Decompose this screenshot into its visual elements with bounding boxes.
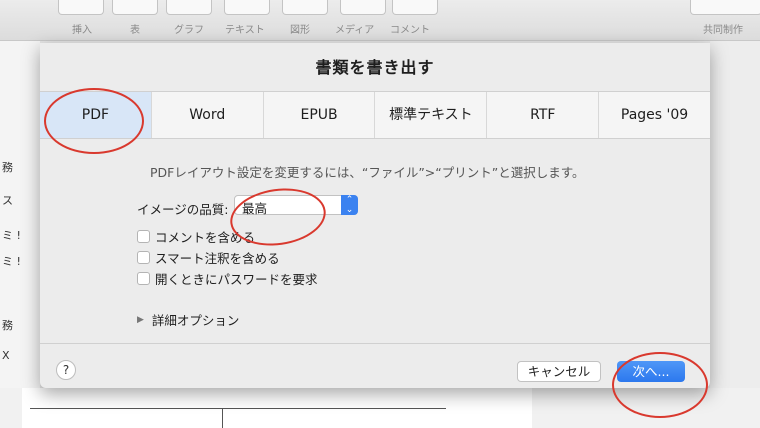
toolbar-text-button[interactable] [224,0,270,15]
require-password-label: 開くときにパスワードを要求 [155,271,318,287]
toolbar-chart-button[interactable] [166,0,212,15]
side-text: 務 [2,319,13,332]
updown-chevron-icon: ⌃ ⌄ [341,195,358,215]
side-text: 務 [2,161,13,174]
pdf-layout-hint: PDFレイアウト設定を変更するには、“ファイル”>“プリント”と選択します。 [150,165,585,180]
toolbar-label-text[interactable]: テキスト [225,21,265,36]
toolbar-collaborate-button[interactable] [690,0,760,15]
require-password-option[interactable]: 開くときにパスワードを要求 [137,269,318,287]
include-comments-option[interactable]: コメントを含める [137,227,255,245]
tab-epub[interactable]: EPUB [264,92,376,138]
toolbar-insert-button[interactable] [58,0,104,15]
cancel-button[interactable]: キャンセル [517,361,601,382]
tab-word[interactable]: Word [152,92,264,138]
toolbar-table-button[interactable] [112,0,158,15]
include-smart-annotations-option[interactable]: スマート注釈を含める [137,248,280,266]
toolbar-shape-button[interactable] [282,0,328,15]
dialog-title: 書類を書き出す [315,58,435,77]
toolbar-label-comment[interactable]: コメント [390,21,430,36]
require-password-checkbox[interactable] [137,271,150,285]
tab-pages-09[interactable]: Pages '09 [599,92,710,138]
tab-plain-text[interactable]: 標準テキスト [375,92,488,138]
toolbar-label-table[interactable]: 表 [130,21,140,36]
image-quality-label: イメージの品質: [137,202,229,217]
export-dialog: 書類を書き出す PDF Word EPUB 標準テキスト RTF Pages '… [40,43,710,388]
table-border [222,408,223,428]
image-quality-select[interactable]: 最高 ⌃ ⌄ [234,195,358,216]
format-tabbar: PDF Word EPUB 標準テキスト RTF Pages '09 [40,91,710,139]
tab-rtf[interactable]: RTF [487,92,600,138]
help-button[interactable]: ? [56,360,76,380]
dialog-body: PDFレイアウト設定を変更するには、“ファイル”>“プリント”と選択します。 イ… [40,138,710,343]
document-left-margin: 務 ス ミ ! ミ ! 務 X [0,41,40,428]
include-smart-annotations-checkbox[interactable] [137,250,150,264]
toolbar-comment-button[interactable] [392,0,438,15]
table-border [30,408,446,409]
inspector-panel [710,41,760,388]
toolbar-label-collaborate[interactable]: 共同制作 [703,21,743,36]
toolbar-label-shape[interactable]: 図形 [290,21,310,36]
advanced-options-disclosure[interactable]: ▶ 詳細オプション [137,310,239,329]
image-quality-value: 最高 [242,201,268,216]
next-button[interactable]: 次へ... [617,361,685,382]
side-text: ス [2,194,13,207]
toolbar-media-button[interactable] [340,0,386,15]
side-text: ミ ! [2,229,21,242]
toolbar-label-chart[interactable]: グラフ [174,21,204,36]
include-smart-annotations-label: スマート注釈を含める [155,250,280,266]
toolbar-label-insert[interactable]: 挿入 [72,21,92,36]
advanced-options-label: 詳細オプション [151,313,240,328]
disclosure-triangle-icon: ▶ [137,314,144,325]
dialog-footer: ? キャンセル 次へ... [40,343,710,388]
toolbar-label-media[interactable]: メディア [335,21,374,36]
tab-pdf[interactable]: PDF [40,92,152,138]
include-comments-label: コメントを含める [155,229,256,245]
side-text: ミ ! [2,255,21,268]
side-text: X [2,349,10,362]
include-comments-checkbox[interactable] [137,229,150,243]
app-toolbar: 挿入 表 グラフ テキスト 図形 メディア コメント 共同制作 [0,0,760,41]
